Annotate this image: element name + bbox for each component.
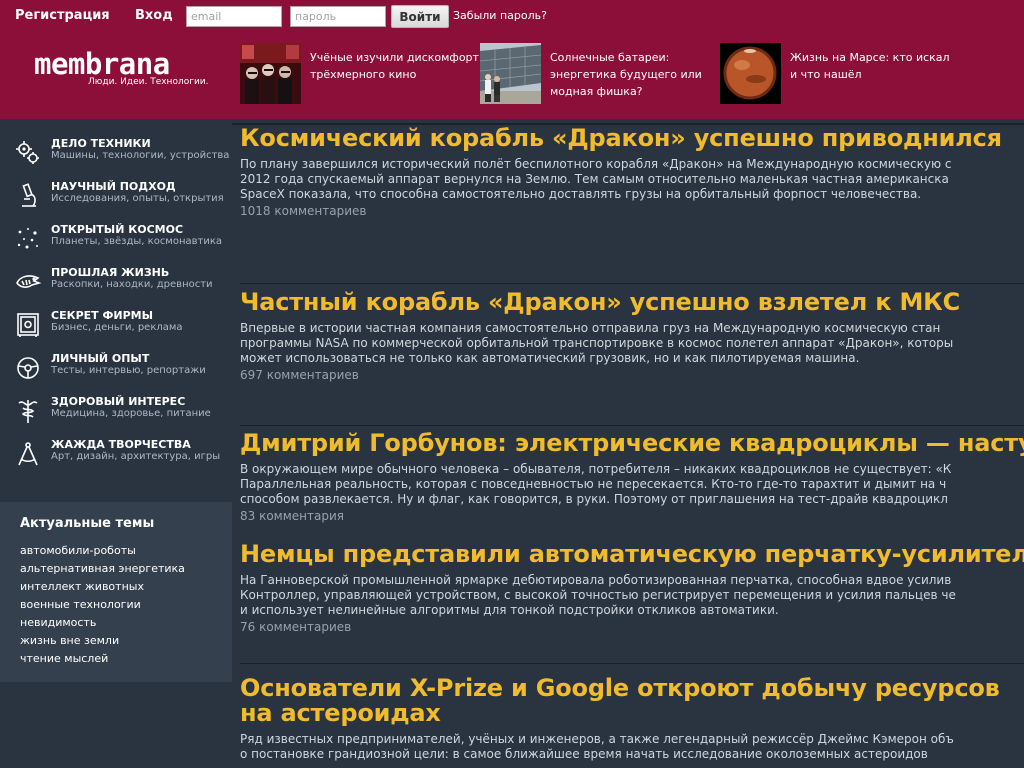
article-title[interactable]: Космический корабль «Дракон» успешно при…: [240, 126, 1024, 151]
topic-link[interactable]: невидимость: [20, 616, 96, 629]
article-excerpt: По плану завершился исторический полёт б…: [240, 157, 1024, 202]
topic-link[interactable]: жизнь вне земли: [20, 634, 119, 647]
article-excerpt: В окружающем мире обычного человека – об…: [240, 462, 1024, 507]
excerpt-line: Параллельная реальность, которая с повсе…: [240, 477, 947, 491]
category-subtitle: Арт, дизайн, архитектура, игры: [51, 451, 221, 462]
login-link[interactable]: Вход: [135, 8, 173, 23]
solar-panels-thumbnail[interactable]: [480, 43, 541, 104]
excerpt-line: В окружающем мире обычного человека – об…: [240, 462, 952, 476]
article-excerpt: На Ганноверской промышленной ярмарке деб…: [240, 573, 1024, 618]
register-link[interactable]: Регистрация: [15, 8, 110, 23]
steering-wheel-icon: [17, 357, 39, 379]
site-logo[interactable]: membrana Люди. Идеи. Технологии.: [34, 49, 214, 91]
article-title[interactable]: Частный корабль «Дракон» успешно взлетел…: [240, 290, 1024, 315]
article-comments-link[interactable]: 83 комментария: [240, 509, 1024, 523]
category-subtitle: Медицина, здоровье, питание: [51, 408, 211, 419]
excerpt-line: SpaceX показала, что способна самостояте…: [240, 187, 922, 201]
category-item[interactable]: НАУЧНЫЙ ПОДХОД Исследования, опыты, откр…: [12, 179, 232, 219]
topic-link[interactable]: военные технологии: [20, 598, 141, 611]
article-card: Немцы представили автоматическую перчатк…: [240, 542, 1024, 635]
article-title[interactable]: Дмитрий Горбунов: электрические квадроци…: [240, 431, 1024, 456]
hot-topics-panel: Актуальные темы автомобили-роботы альтер…: [0, 502, 232, 682]
excerpt-line: На Ганноверской промышленной ярмарке деб…: [240, 573, 952, 587]
category-subtitle: Тесты, интервью, репортажи: [51, 365, 206, 376]
article-comments-link[interactable]: 76 комментариев: [240, 620, 1024, 634]
article-list: Космический корабль «Дракон» успешно при…: [232, 119, 1024, 768]
password-input[interactable]: [290, 6, 386, 27]
category-title[interactable]: ДЕЛО ТЕХНИКИ: [51, 137, 151, 150]
gears-icon: [16, 141, 39, 164]
category-sidebar: ДЕЛО ТЕХНИКИ Машины, технологии, устройс…: [0, 119, 232, 768]
teaser-title[interactable]: Солнечные батареи: энергетика будущего и…: [550, 49, 720, 100]
article-comments-link[interactable]: 1018 комментариев: [240, 204, 1024, 218]
article-excerpt: Ряд известных предпринимателей, учёных и…: [240, 732, 1024, 762]
divider: [240, 283, 1024, 284]
topic-link[interactable]: интеллект животных: [20, 580, 144, 593]
category-subtitle: Машины, технологии, устройства: [51, 150, 230, 161]
topic-link[interactable]: автомобили-роботы: [20, 544, 136, 557]
category-title[interactable]: ЗДОРОВЫЙ ИНТЕРЕС: [51, 395, 185, 408]
divider: [240, 663, 1024, 664]
article-card: Дмитрий Горбунов: электрические квадроци…: [240, 431, 1024, 524]
microscope-icon: [22, 183, 36, 207]
safe-icon: [17, 313, 39, 337]
category-title[interactable]: ПРОШЛАЯ ЖИЗНЬ: [51, 266, 169, 279]
excerpt-line: По плану завершился исторический полёт б…: [240, 157, 952, 171]
article-card: Основатели X-Prize и Google откроют добы…: [240, 676, 1024, 762]
excerpt-line: программы NASA по коммерческой орбитальн…: [240, 336, 954, 350]
category-item[interactable]: ЖАЖДА ТВОРЧЕСТВА Арт, дизайн, архитектур…: [12, 437, 232, 477]
excerpt-line: о постановке грандиозной цели: в самое б…: [240, 747, 928, 761]
category-title[interactable]: ЛИЧНЫЙ ОПЫТ: [51, 352, 149, 365]
category-title[interactable]: СЕКРЕТ ФИРМЫ: [51, 309, 153, 322]
excerpt-line: Впервые в истории частная компания самос…: [240, 321, 941, 335]
hot-topics-title: Актуальные темы: [20, 516, 155, 531]
category-subtitle: Раскопки, находки, древности: [51, 279, 213, 290]
category-item[interactable]: ДЕЛО ТЕХНИКИ Машины, технологии, устройс…: [12, 136, 232, 176]
teaser-title[interactable]: Жизнь на Марсе: кто искал и что нашёл: [790, 49, 960, 83]
excerpt-line: Ряд известных предпринимателей, учёных и…: [240, 732, 954, 746]
email-input[interactable]: [186, 6, 282, 27]
category-item[interactable]: ОТКРЫТЫЙ КОСМОС Планеты, звёзды, космона…: [12, 222, 232, 262]
mars-thumbnail[interactable]: [720, 43, 781, 104]
excerpt-line: может использоваться не только как автом…: [240, 351, 860, 365]
category-title[interactable]: ОТКРЫТЫЙ КОСМОС: [51, 223, 183, 236]
login-bar: Регистрация Вход Войти Забыли пароль?: [0, 0, 1024, 32]
article-comments-link[interactable]: 697 комментариев: [240, 368, 1024, 382]
category-title[interactable]: ЖАЖДА ТВОРЧЕСТВА: [51, 438, 191, 451]
logo-wordmark: membrana: [34, 47, 170, 81]
excerpt-line: и использует нелинейные алгоритмы для то…: [240, 603, 779, 617]
divider: [240, 425, 1024, 426]
excerpt-line: способом развлекается. Ну и флаг, как го…: [240, 492, 948, 506]
compass-icon: [18, 442, 38, 466]
category-subtitle: Исследования, опыты, открытия: [51, 193, 224, 204]
forgot-password-link[interactable]: Забыли пароль?: [453, 9, 547, 22]
article-excerpt: Впервые в истории частная компания самос…: [240, 321, 1024, 366]
cinema-audience-thumbnail[interactable]: [240, 43, 301, 104]
category-item[interactable]: СЕКРЕТ ФИРМЫ Бизнес, деньги, реклама: [12, 308, 232, 348]
logo-tagline: Люди. Идеи. Технологии.: [88, 77, 209, 87]
category-title[interactable]: НАУЧНЫЙ ПОДХОД: [51, 180, 176, 193]
login-submit-button[interactable]: Войти: [391, 5, 449, 28]
caduceus-icon: [18, 400, 38, 423]
topic-link[interactable]: чтение мыслей: [20, 652, 108, 665]
fossil-icon: [16, 275, 42, 288]
excerpt-line: 2012 года спускаемый аппарат вернулся на…: [240, 172, 949, 186]
article-title[interactable]: Немцы представили автоматическую перчатк…: [240, 542, 1024, 567]
article-card: Космический корабль «Дракон» успешно при…: [240, 126, 1024, 219]
category-item[interactable]: ЛИЧНЫЙ ОПЫТ Тесты, интервью, репортажи: [12, 351, 232, 391]
category-item[interactable]: ПРОШЛАЯ ЖИЗНЬ Раскопки, находки, древнос…: [12, 265, 232, 305]
site-header: Регистрация Вход Войти Забыли пароль? me…: [0, 0, 1024, 119]
teaser-title[interactable]: Учёные изучили дискомфорт трёхмерного ки…: [310, 49, 480, 83]
excerpt-line: Контроллер, управляющей устройством, с в…: [240, 588, 956, 602]
topic-link[interactable]: альтернативная энергетика: [20, 562, 185, 575]
stars-icon: [17, 228, 38, 249]
category-subtitle: Бизнес, деньги, реклама: [51, 322, 183, 333]
article-card: Частный корабль «Дракон» успешно взлетел…: [240, 290, 1024, 383]
article-title[interactable]: Основатели X-Prize и Google откроют добы…: [240, 676, 1010, 726]
category-item[interactable]: ЗДОРОВЫЙ ИНТЕРЕС Медицина, здоровье, пит…: [12, 394, 232, 434]
category-subtitle: Планеты, звёзды, космонавтика: [51, 236, 223, 247]
